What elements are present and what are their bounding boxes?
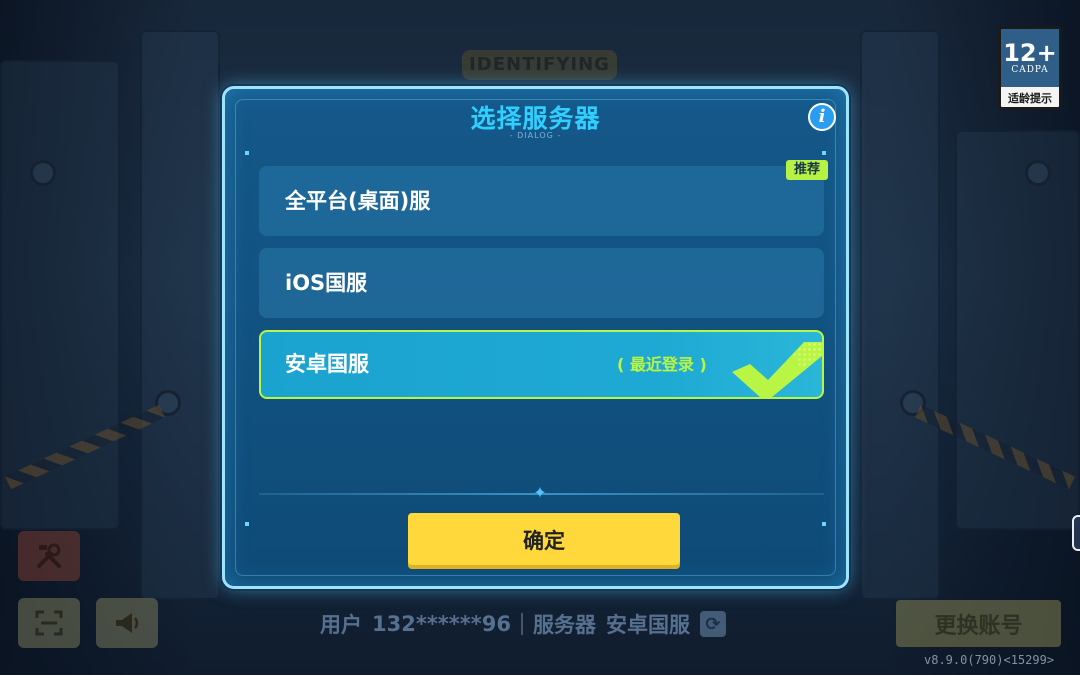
login-status-bar: 用户 132******96 服务器 安卓国服 ⟳ — [320, 608, 726, 640]
switch-account-button[interactable]: 更换账号 — [896, 600, 1061, 647]
age-rating-tip: 适龄提示 — [1008, 92, 1052, 105]
age-rating-org: CADPA — [1011, 65, 1049, 75]
age-rating-badge: 12+ CADPA 适龄提示 — [998, 26, 1062, 110]
user-id: 132******96 — [372, 612, 511, 636]
speaker-button[interactable] — [96, 598, 158, 648]
refresh-icon[interactable]: ⟳ — [699, 611, 726, 637]
confirm-button[interactable]: 确定 — [408, 513, 680, 569]
corner-marker — [822, 522, 826, 526]
side-handle-icon[interactable] — [1072, 515, 1080, 551]
user-label: 用户 — [320, 613, 362, 637]
recommend-badge: 推荐 — [786, 160, 828, 180]
server-option-android-selected[interactable]: 安卓国服 ( 最近登录 ) — [259, 330, 824, 399]
dialog-subtitle: - DIALOG - — [509, 131, 562, 140]
divider-star-icon: ✦ — [533, 483, 547, 502]
server-select-dialog: 选择服务器 - DIALOG - i 全平台(桌面)服 推荐 iOS国服 安卓国… — [222, 86, 849, 589]
scan-icon — [35, 610, 63, 636]
check-icon — [732, 342, 822, 397]
speaker-icon — [116, 613, 139, 633]
server-option-ios[interactable]: iOS国服 — [259, 248, 824, 318]
server-option-label: 安卓国服 — [285, 352, 369, 376]
age-rating-number: 12+ — [1003, 39, 1057, 67]
current-server: 安卓国服 — [605, 613, 690, 637]
tools-icon — [37, 543, 61, 568]
dialog-title: 选择服务器 — [470, 104, 601, 133]
age-rating-header: 12+ CADPA — [1001, 29, 1059, 87]
corner-marker — [245, 151, 249, 155]
server-option-label: iOS国服 — [285, 271, 368, 295]
corner-marker — [822, 151, 826, 155]
status-separator — [520, 613, 523, 635]
server-option-desktop[interactable]: 全平台(桌面)服 推荐 — [259, 160, 828, 236]
server-label: 服务器 — [532, 613, 596, 637]
scan-button[interactable] — [18, 598, 80, 648]
info-icon[interactable]: i — [808, 103, 836, 131]
server-option-label: 全平台(桌面)服 — [285, 189, 431, 213]
tools-button[interactable] — [18, 531, 80, 581]
corner-marker — [245, 522, 249, 526]
version-text: v8.9.0(790)<15299> — [924, 653, 1055, 667]
recent-login-tag: ( 最近登录 ) — [617, 355, 707, 374]
